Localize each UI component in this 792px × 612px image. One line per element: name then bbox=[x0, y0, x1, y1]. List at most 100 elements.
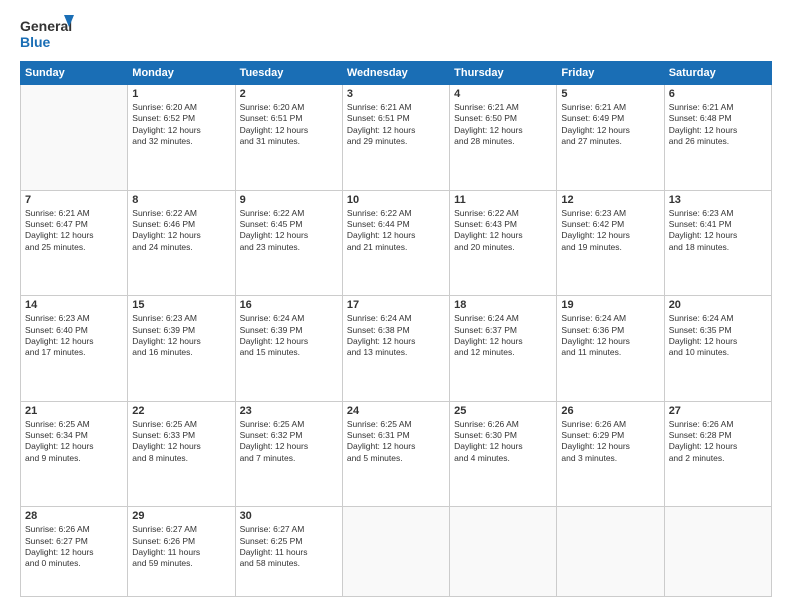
day-number: 12 bbox=[561, 194, 659, 206]
weekday-wednesday: Wednesday bbox=[342, 62, 449, 85]
calendar-cell: 15Sunrise: 6:23 AM Sunset: 6:39 PM Dayli… bbox=[128, 296, 235, 402]
logo-svg: General Blue bbox=[20, 15, 75, 53]
calendar-cell bbox=[450, 507, 557, 597]
day-number: 1 bbox=[132, 88, 230, 100]
day-info: Sunrise: 6:24 AM Sunset: 6:37 PM Dayligh… bbox=[454, 313, 552, 359]
day-info: Sunrise: 6:22 AM Sunset: 6:43 PM Dayligh… bbox=[454, 208, 552, 254]
calendar-cell: 6 Sunrise: 6:21 AM Sunset: 6:48 PM Daylig… bbox=[664, 85, 771, 191]
day-number: 30 bbox=[240, 510, 338, 522]
day-info: Sunrise: 6:25 AM Sunset: 6:32 PM Dayligh… bbox=[240, 419, 338, 465]
day-number: 16 bbox=[240, 299, 338, 311]
day-number: 23 bbox=[240, 405, 338, 417]
calendar-cell: 19 Sunrise: 6:24 AM Sunset: 6:36 PM Dayli… bbox=[557, 296, 664, 402]
day-number: 2 bbox=[240, 88, 338, 100]
weekday-saturday: Saturday bbox=[664, 62, 771, 85]
calendar-cell: 28 Sunrise: 6:26 AM Sunset: 6:27 PM Dayli… bbox=[21, 507, 128, 597]
day-number: 5 bbox=[561, 88, 659, 100]
day-info: Sunrise: 6:24 AM Sunset: 6:39 PM Dayligh… bbox=[240, 313, 338, 359]
day-info: Sunrise: 6:21 AM Sunset: 6:50 PM Dayligh… bbox=[454, 102, 552, 148]
calendar-cell: 4Sunrise: 6:21 AM Sunset: 6:50 PM Daylig… bbox=[450, 85, 557, 191]
week-row-2: 14 Sunrise: 6:23 AM Sunset: 6:40 PM Dayli… bbox=[21, 296, 772, 402]
calendar-table: SundayMondayTuesdayWednesdayThursdayFrid… bbox=[20, 61, 772, 597]
day-info: Sunrise: 6:20 AM Sunset: 6:52 PM Dayligh… bbox=[132, 102, 230, 148]
day-info: Sunrise: 6:24 AM Sunset: 6:35 PM Dayligh… bbox=[669, 313, 767, 359]
day-number: 26 bbox=[561, 405, 659, 417]
day-number: 19 bbox=[561, 299, 659, 311]
calendar-cell: 30 Sunrise: 6:27 AM Sunset: 6:25 PM Dayli… bbox=[235, 507, 342, 597]
day-info: Sunrise: 6:22 AM Sunset: 6:45 PM Dayligh… bbox=[240, 208, 338, 254]
day-info: Sunrise: 6:21 AM Sunset: 6:51 PM Dayligh… bbox=[347, 102, 445, 148]
day-number: 17 bbox=[347, 299, 445, 311]
day-number: 24 bbox=[347, 405, 445, 417]
day-number: 29 bbox=[132, 510, 230, 522]
calendar-cell: 23 Sunrise: 6:25 AM Sunset: 6:32 PM Dayli… bbox=[235, 401, 342, 507]
calendar-cell: 11 Sunrise: 6:22 AM Sunset: 6:43 PM Dayli… bbox=[450, 190, 557, 296]
header: General Blue bbox=[20, 15, 772, 53]
day-number: 20 bbox=[669, 299, 767, 311]
week-row-0: 1 Sunrise: 6:20 AM Sunset: 6:52 PM Daylig… bbox=[21, 85, 772, 191]
calendar-cell: 29 Sunrise: 6:27 AM Sunset: 6:26 PM Dayli… bbox=[128, 507, 235, 597]
day-info: Sunrise: 6:26 AM Sunset: 6:30 PM Dayligh… bbox=[454, 419, 552, 465]
day-number: 28 bbox=[25, 510, 123, 522]
calendar-cell bbox=[21, 85, 128, 191]
calendar-cell: 14 Sunrise: 6:23 AM Sunset: 6:40 PM Dayli… bbox=[21, 296, 128, 402]
calendar-cell: 22 Sunrise: 6:25 AM Sunset: 6:33 PM Dayli… bbox=[128, 401, 235, 507]
day-number: 6 bbox=[669, 88, 767, 100]
calendar-cell bbox=[557, 507, 664, 597]
calendar-cell bbox=[342, 507, 449, 597]
calendar-cell: 5Sunrise: 6:21 AM Sunset: 6:49 PM Daylig… bbox=[557, 85, 664, 191]
day-info: Sunrise: 6:26 AM Sunset: 6:28 PM Dayligh… bbox=[669, 419, 767, 465]
week-row-4: 28 Sunrise: 6:26 AM Sunset: 6:27 PM Dayli… bbox=[21, 507, 772, 597]
svg-text:General: General bbox=[20, 18, 72, 34]
day-info: Sunrise: 6:21 AM Sunset: 6:48 PM Dayligh… bbox=[669, 102, 767, 148]
day-info: Sunrise: 6:22 AM Sunset: 6:44 PM Dayligh… bbox=[347, 208, 445, 254]
calendar-cell: 21 Sunrise: 6:25 AM Sunset: 6:34 PM Dayli… bbox=[21, 401, 128, 507]
calendar-cell: 24 Sunrise: 6:25 AM Sunset: 6:31 PM Dayli… bbox=[342, 401, 449, 507]
calendar-cell: 2 Sunrise: 6:20 AM Sunset: 6:51 PM Daylig… bbox=[235, 85, 342, 191]
calendar-cell: 3 Sunrise: 6:21 AM Sunset: 6:51 PM Daylig… bbox=[342, 85, 449, 191]
calendar-cell: 13Sunrise: 6:23 AM Sunset: 6:41 PM Dayli… bbox=[664, 190, 771, 296]
day-number: 3 bbox=[347, 88, 445, 100]
weekday-thursday: Thursday bbox=[450, 62, 557, 85]
calendar-cell: 18 Sunrise: 6:24 AM Sunset: 6:37 PM Dayli… bbox=[450, 296, 557, 402]
day-number: 22 bbox=[132, 405, 230, 417]
calendar-cell: 7Sunrise: 6:21 AM Sunset: 6:47 PM Daylig… bbox=[21, 190, 128, 296]
week-row-3: 21 Sunrise: 6:25 AM Sunset: 6:34 PM Dayli… bbox=[21, 401, 772, 507]
calendar-cell: 10Sunrise: 6:22 AM Sunset: 6:44 PM Dayli… bbox=[342, 190, 449, 296]
day-number: 7 bbox=[25, 194, 123, 206]
calendar-cell: 25Sunrise: 6:26 AM Sunset: 6:30 PM Dayli… bbox=[450, 401, 557, 507]
week-row-1: 7Sunrise: 6:21 AM Sunset: 6:47 PM Daylig… bbox=[21, 190, 772, 296]
calendar-cell: 16 Sunrise: 6:24 AM Sunset: 6:39 PM Dayli… bbox=[235, 296, 342, 402]
day-info: Sunrise: 6:23 AM Sunset: 6:42 PM Dayligh… bbox=[561, 208, 659, 254]
calendar-cell: 17 Sunrise: 6:24 AM Sunset: 6:38 PM Dayli… bbox=[342, 296, 449, 402]
calendar-cell: 9 Sunrise: 6:22 AM Sunset: 6:45 PM Daylig… bbox=[235, 190, 342, 296]
day-info: Sunrise: 6:27 AM Sunset: 6:25 PM Dayligh… bbox=[240, 524, 338, 570]
day-number: 11 bbox=[454, 194, 552, 206]
svg-text:Blue: Blue bbox=[20, 34, 51, 50]
day-number: 21 bbox=[25, 405, 123, 417]
day-info: Sunrise: 6:23 AM Sunset: 6:39 PM Dayligh… bbox=[132, 313, 230, 359]
weekday-header-row: SundayMondayTuesdayWednesdayThursdayFrid… bbox=[21, 62, 772, 85]
day-info: Sunrise: 6:23 AM Sunset: 6:40 PM Dayligh… bbox=[25, 313, 123, 359]
calendar-cell: 12 Sunrise: 6:23 AM Sunset: 6:42 PM Dayli… bbox=[557, 190, 664, 296]
day-number: 18 bbox=[454, 299, 552, 311]
day-number: 9 bbox=[240, 194, 338, 206]
calendar-cell bbox=[664, 507, 771, 597]
day-info: Sunrise: 6:27 AM Sunset: 6:26 PM Dayligh… bbox=[132, 524, 230, 570]
day-info: Sunrise: 6:24 AM Sunset: 6:36 PM Dayligh… bbox=[561, 313, 659, 359]
day-info: Sunrise: 6:25 AM Sunset: 6:33 PM Dayligh… bbox=[132, 419, 230, 465]
day-info: Sunrise: 6:26 AM Sunset: 6:29 PM Dayligh… bbox=[561, 419, 659, 465]
day-info: Sunrise: 6:26 AM Sunset: 6:27 PM Dayligh… bbox=[25, 524, 123, 570]
day-info: Sunrise: 6:25 AM Sunset: 6:34 PM Dayligh… bbox=[25, 419, 123, 465]
day-number: 8 bbox=[132, 194, 230, 206]
day-number: 27 bbox=[669, 405, 767, 417]
day-number: 14 bbox=[25, 299, 123, 311]
day-info: Sunrise: 6:23 AM Sunset: 6:41 PM Dayligh… bbox=[669, 208, 767, 254]
day-info: Sunrise: 6:24 AM Sunset: 6:38 PM Dayligh… bbox=[347, 313, 445, 359]
day-info: Sunrise: 6:25 AM Sunset: 6:31 PM Dayligh… bbox=[347, 419, 445, 465]
calendar-cell: 1 Sunrise: 6:20 AM Sunset: 6:52 PM Daylig… bbox=[128, 85, 235, 191]
weekday-monday: Monday bbox=[128, 62, 235, 85]
weekday-tuesday: Tuesday bbox=[235, 62, 342, 85]
logo: General Blue bbox=[20, 15, 75, 53]
day-info: Sunrise: 6:20 AM Sunset: 6:51 PM Dayligh… bbox=[240, 102, 338, 148]
